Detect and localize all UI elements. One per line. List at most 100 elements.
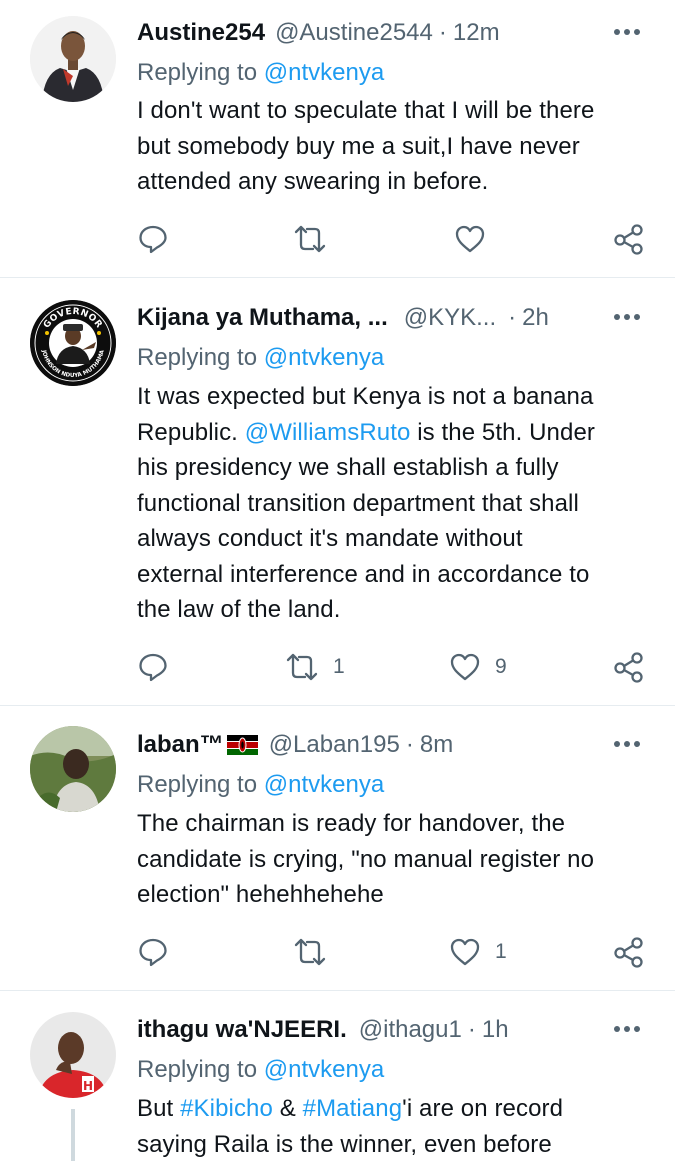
timestamp[interactable]: 2h — [522, 304, 549, 332]
user-handle[interactable]: @Laban195 — [269, 731, 400, 759]
avatar[interactable] — [30, 16, 116, 102]
replying-to-handle-link[interactable]: @ntvkenya — [264, 344, 384, 371]
retweet-icon — [293, 937, 327, 967]
tweet-text-line: attended any swearing in before. — [137, 164, 652, 200]
tweet-text-line: the law of the land. — [137, 592, 652, 628]
display-name[interactable]: ithagu wa'NJEERI. — [137, 1016, 347, 1044]
tweet-text: I don't want to speculate that I will be… — [137, 93, 652, 200]
heart-icon — [454, 224, 486, 254]
share-icon — [613, 223, 645, 255]
like-count: 9 — [495, 655, 507, 679]
avatar[interactable] — [30, 726, 116, 812]
more-options-icon[interactable] — [611, 17, 645, 47]
tweet-text-line: candidate is crying, "no manual register… — [137, 842, 652, 878]
replying-to-label: Replying to — [137, 1056, 264, 1083]
like-button[interactable] — [454, 219, 486, 259]
tweet-text-line: his presidency we shall establish a full… — [137, 450, 652, 486]
reply-button[interactable] — [137, 932, 169, 972]
kenya-flag-icon — [227, 735, 258, 755]
retweet-button[interactable] — [293, 932, 327, 972]
replying-to-handle-link[interactable]: @ntvkenya — [264, 59, 384, 86]
replying-to-label: Replying to — [137, 344, 264, 371]
hashtag-link[interactable]: #Matiang — [303, 1095, 403, 1122]
replying-to: Replying to @ntvkenya — [137, 59, 384, 87]
replying-to-handle-link[interactable]: @ntvkenya — [264, 1056, 384, 1083]
user-handle[interactable]: @KYK... — [404, 304, 496, 332]
tweet-text-line: The chairman is ready for handover, the — [137, 806, 652, 842]
replying-to: Replying to @ntvkenya — [137, 344, 384, 372]
tweet-text-segment: is the 5th. Under — [410, 419, 595, 446]
timestamp[interactable]: 8m — [420, 731, 453, 759]
tweet-text: The chairman is ready for handover, the … — [137, 806, 652, 913]
retweet-count: 1 — [333, 655, 345, 679]
replying-to: Replying to @ntvkenya — [137, 1056, 384, 1084]
separator-dot: · — [468, 1016, 476, 1044]
retweet-button[interactable]: 1 — [285, 647, 345, 687]
separator-dot: · — [508, 304, 516, 332]
tweet-text-line: It was expected but Kenya is not a banan… — [137, 379, 652, 415]
reply-button[interactable] — [137, 647, 169, 687]
avatar[interactable]: H — [30, 1012, 116, 1098]
display-name[interactable]: Kijana ya Muthama, ... — [137, 304, 388, 332]
retweet-icon — [285, 652, 319, 682]
replying-to-handle-link[interactable]: @ntvkenya — [264, 771, 384, 798]
tweet-text: But #Kibicho & #Matiang'i are on record … — [137, 1091, 652, 1162]
tweet-text-line: saying Raila is the winner, even before — [137, 1127, 652, 1162]
tweet-text-segment: & — [273, 1095, 303, 1122]
tweet-text: It was expected but Kenya is not a banan… — [137, 379, 652, 628]
heart-icon — [449, 937, 481, 967]
tweet-ithagu[interactable]: H ithagu wa'NJEERI. @ithagu1 · 1h Replyi… — [0, 991, 675, 1161]
share-icon — [613, 651, 645, 683]
retweet-icon — [293, 224, 327, 254]
retweet-button[interactable] — [293, 219, 327, 259]
timestamp[interactable]: 12m — [453, 19, 500, 47]
tweet-text-line: election" hehehhehehe — [137, 877, 652, 913]
display-name[interactable]: laban™ — [137, 731, 224, 759]
heart-icon — [449, 652, 481, 682]
tweet-header: Kijana ya Muthama, ... @KYK... · 2h — [137, 300, 645, 336]
tweet-text-segment: But — [137, 1095, 180, 1122]
mention-link[interactable]: @WilliamsRuto — [245, 419, 411, 446]
tweet-text-segment: 'i are on record — [402, 1095, 563, 1122]
thread-line — [71, 1109, 75, 1161]
more-options-icon[interactable] — [611, 729, 645, 759]
share-button[interactable] — [613, 219, 645, 259]
tweet-text-line: I don't want to speculate that I will be… — [137, 93, 652, 129]
avatar[interactable]: GOVERNOR JOHNSON NDUYA MUTHAMA — [30, 300, 116, 386]
share-button[interactable] — [613, 932, 645, 972]
tweet-text-line: but somebody buy me a suit,I have never — [137, 129, 652, 165]
separator-dot: · — [406, 731, 414, 759]
replying-to: Replying to @ntvkenya — [137, 771, 384, 799]
reply-feed: Austine254 @Austine2544 · 12m Replying t… — [0, 0, 675, 1161]
reply-icon — [137, 651, 169, 683]
tweet-actions: 1 9 — [137, 647, 645, 687]
svg-text:H: H — [83, 1079, 93, 1093]
user-handle[interactable]: @ithagu1 — [359, 1016, 462, 1044]
timestamp[interactable]: 1h — [482, 1016, 509, 1044]
like-count: 1 — [495, 940, 507, 964]
display-name[interactable]: Austine254 — [137, 19, 265, 47]
user-handle[interactable]: @Austine2544 — [275, 19, 433, 47]
tweet-laban[interactable]: laban™ @Laban195 · 8m Replying to — [0, 706, 675, 990]
replying-to-label: Replying to — [137, 771, 264, 798]
tweet-austine254[interactable]: Austine254 @Austine2544 · 12m Replying t… — [0, 0, 675, 277]
tweet-kijana-ya-muthama[interactable]: GOVERNOR JOHNSON NDUYA MUTHAMA Kijana ya… — [0, 278, 675, 705]
tweet-text-line: always conduct it's mandate without — [137, 521, 652, 557]
replying-to-label: Replying to — [137, 59, 264, 86]
share-button[interactable] — [613, 647, 645, 687]
tweet-text-line: functional transition department that sh… — [137, 486, 652, 522]
tweet-header: laban™ @Laban195 · 8m — [137, 727, 645, 763]
reply-button[interactable] — [137, 219, 169, 259]
tweet-actions — [137, 219, 645, 259]
more-options-icon[interactable] — [611, 302, 645, 332]
tweet-header: ithagu wa'NJEERI. @ithagu1 · 1h — [137, 1012, 645, 1048]
tweet-text-line: Republic. @WilliamsRuto is the 5th. Unde… — [137, 415, 652, 451]
share-icon — [613, 936, 645, 968]
hashtag-link[interactable]: #Kibicho — [180, 1095, 273, 1122]
tweet-text-line: But #Kibicho & #Matiang'i are on record — [137, 1091, 652, 1127]
like-button[interactable]: 9 — [449, 647, 507, 687]
tweet-header: Austine254 @Austine2544 · 12m — [137, 15, 645, 51]
like-button[interactable]: 1 — [449, 932, 507, 972]
separator-dot: · — [439, 19, 447, 47]
more-options-icon[interactable] — [611, 1014, 645, 1044]
